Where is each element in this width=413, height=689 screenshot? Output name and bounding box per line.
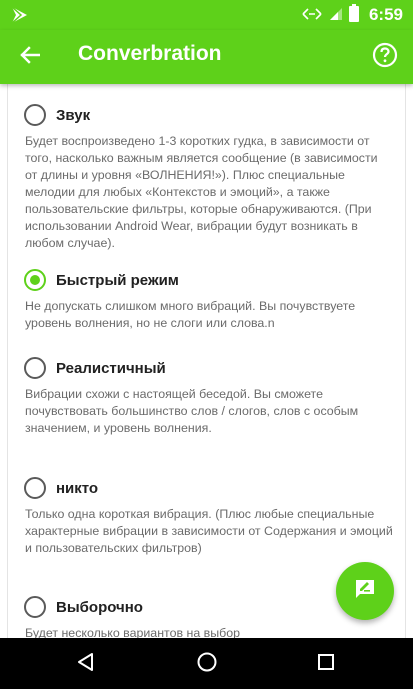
help-button[interactable]: [369, 41, 401, 73]
option-description: Будет воспроизведено 1-3 коротких гудка,…: [25, 134, 378, 250]
radio-button[interactable]: [24, 596, 46, 618]
status-indicators: 6:59: [301, 0, 403, 30]
option-none[interactable]: никто Только одна короткая вибрация. (Пл…: [24, 475, 396, 557]
mode-options-list[interactable]: Звук Будет воспроизведено 1-3 коротких г…: [7, 84, 406, 638]
status-time: 6:59: [368, 5, 403, 24]
back-button[interactable]: [10, 39, 50, 75]
option-label: никто: [56, 479, 99, 497]
app-title: Converbration: [78, 42, 222, 65]
radio-button[interactable]: [24, 104, 46, 126]
help-circle-icon: [372, 42, 398, 72]
nav-back-button[interactable]: [66, 646, 106, 682]
data-transfer-icon: [301, 6, 323, 25]
arrow-left-icon: [20, 46, 41, 68]
option-label: Звук: [56, 106, 91, 124]
circle-home-icon: [196, 651, 218, 677]
radio-button[interactable]: [24, 477, 46, 499]
option-fast-mode[interactable]: Быстрый режим Не допускать слишком много…: [24, 267, 396, 332]
nav-recents-button[interactable]: [306, 646, 346, 682]
compose-fab-button[interactable]: [336, 562, 394, 620]
option-description: Не допускать слишком много вибраций. Вы …: [25, 299, 356, 330]
status-bar: 6:59: [0, 0, 413, 30]
triangle-back-icon: [76, 652, 96, 676]
square-recents-icon: [317, 653, 335, 675]
option-description: Только одна короткая вибрация. (Плюс люб…: [25, 507, 393, 555]
option-description: Будет несколько вариантов на выбор: [25, 626, 241, 638]
battery-icon: [348, 4, 359, 26]
play-store-icon: [10, 6, 30, 24]
option-label: Быстрый режим: [56, 271, 179, 289]
option-sound[interactable]: Звук Будет воспроизведено 1-3 коротких г…: [24, 102, 396, 252]
signal-icon: [329, 6, 343, 25]
option-description: Вибрации схожи с настоящей беседой. Вы с…: [25, 387, 359, 435]
system-navigation-bar: [0, 638, 413, 689]
nav-home-button[interactable]: [187, 646, 227, 682]
option-realistic[interactable]: Реалистичный Вибрации схожи с настоящей …: [24, 355, 396, 437]
edit-message-icon: [353, 577, 377, 605]
radio-button[interactable]: [24, 357, 46, 379]
option-label: Реалистичный: [56, 359, 166, 377]
radio-button-selected[interactable]: [24, 269, 46, 291]
app-bar: Converbration: [0, 30, 413, 84]
option-label: Выборочно: [56, 598, 143, 616]
